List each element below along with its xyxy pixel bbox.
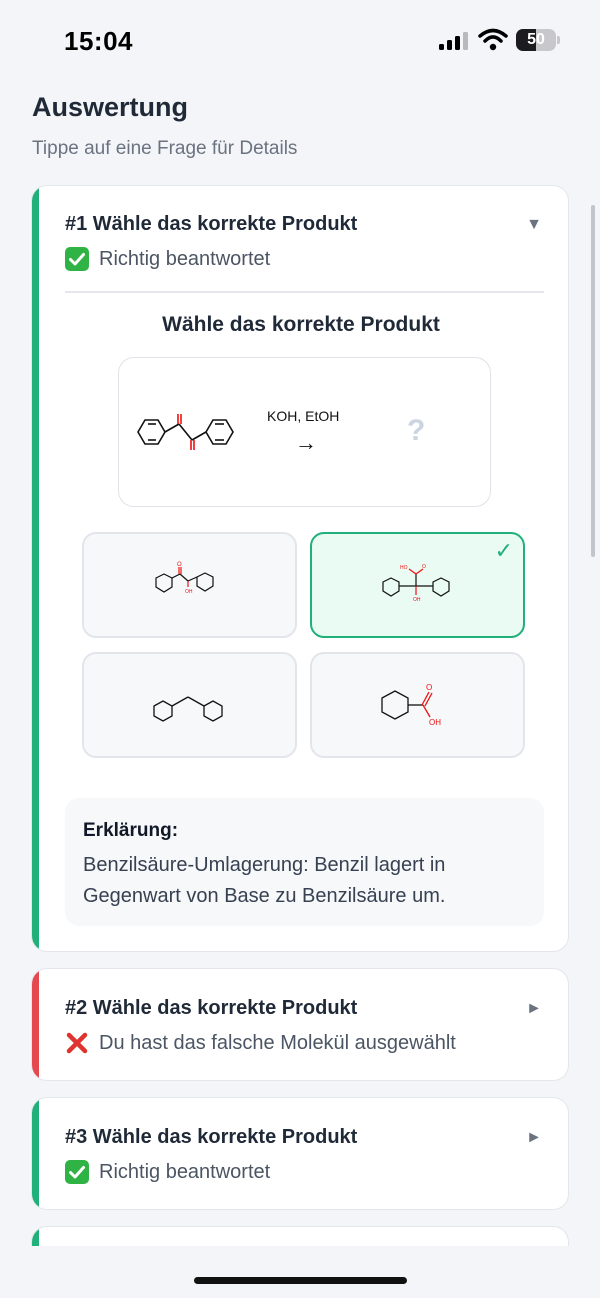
answer-option-4[interactable]: O OH [310,652,525,758]
correct-check-icon: ✓ [494,538,513,563]
status-text: Du hast das falsche Molekül ausgewählt [99,1031,456,1054]
check-mark-icon [65,247,89,271]
explanation-label: Erklärung: [83,820,179,841]
explanation-text: Benzilsäure-Umlagerung: Benzil lagert in… [83,854,446,907]
svg-text:O: O [426,683,432,692]
page-subtitle: Tippe auf eine Frage für Details [32,138,298,159]
svg-text:OH: OH [429,718,441,727]
answer-option-1[interactable]: O OH [82,532,297,638]
question-status: Richtig beantwortet [65,247,270,271]
question-heading: Wähle das korrekte Produkt [162,313,440,336]
answer-option-3[interactable] [82,652,297,758]
benzoin-structure: O OH [155,562,214,595]
question-title: #2 Wähle das korrekte Produkt [65,997,358,1019]
answer-option-2[interactable]: HO O OH ✓ [310,532,525,638]
battery-percent: 50 [527,31,545,48]
diphenylmethane-structure [153,696,223,722]
bottom-safe-area [0,1246,600,1298]
collapse-toggle-icon[interactable]: ▼ [526,216,542,234]
scrollbar[interactable] [591,205,595,557]
explanation-box: Erklärung: Benzilsäure-Umlagerung: Benzi… [65,798,544,926]
page-title: Auswertung [32,92,189,122]
divider [65,291,544,293]
question-card-1[interactable]: #1 Wähle das korrekte Produkt ▼ Richtig … [31,185,569,952]
expand-toggle-icon[interactable]: ► [526,1000,542,1018]
svg-text:OH: OH [185,589,193,595]
home-indicator[interactable] [194,1277,407,1284]
svg-text:OH: OH [413,597,421,603]
reagent-label: KOH, EtOH [267,408,340,424]
expand-toggle-icon[interactable]: ► [526,1129,542,1147]
battery-icon: 50 [516,29,560,51]
status-bar: 15:04 50 [0,0,600,80]
question-card-2[interactable]: #2 Wähle das korrekte Produkt ► Du hast … [31,968,569,1081]
question-title: #3 Wähle das korrekte Produkt [65,1126,358,1148]
reaction-arrow-icon: → [295,430,317,455]
status-time: 15:04 [64,26,133,56]
card-accent-correct [32,1098,39,1209]
cellular-signal-icon [439,32,468,50]
status-text: Richtig beantwortet [99,1160,271,1183]
question-card-3[interactable]: #3 Wähle das korrekte Produkt ► Richtig … [31,1097,569,1210]
benzilic-acid-structure: HO O OH [382,564,450,603]
check-mark-icon [65,1160,89,1184]
unknown-product: ? [407,414,426,447]
cross-mark-icon [66,1032,88,1054]
svg-text:O: O [422,564,426,570]
svg-text:O: O [177,562,182,568]
question-title: #1 Wähle das korrekte Produkt [65,213,358,235]
question-status: Richtig beantwortet [65,1160,270,1184]
card-accent-wrong [32,969,39,1080]
wifi-icon [478,28,508,51]
card-accent-correct [32,186,39,951]
reaction-scheme: KOH, EtOH → ? [118,357,491,507]
status-text: Richtig beantwortet [99,247,271,270]
benzoic-acid-structure: O OH [381,683,441,727]
svg-text:HO: HO [400,565,408,571]
question-status: Du hast das falsche Molekül ausgewählt [65,1031,456,1055]
benzil-structure [137,414,234,450]
